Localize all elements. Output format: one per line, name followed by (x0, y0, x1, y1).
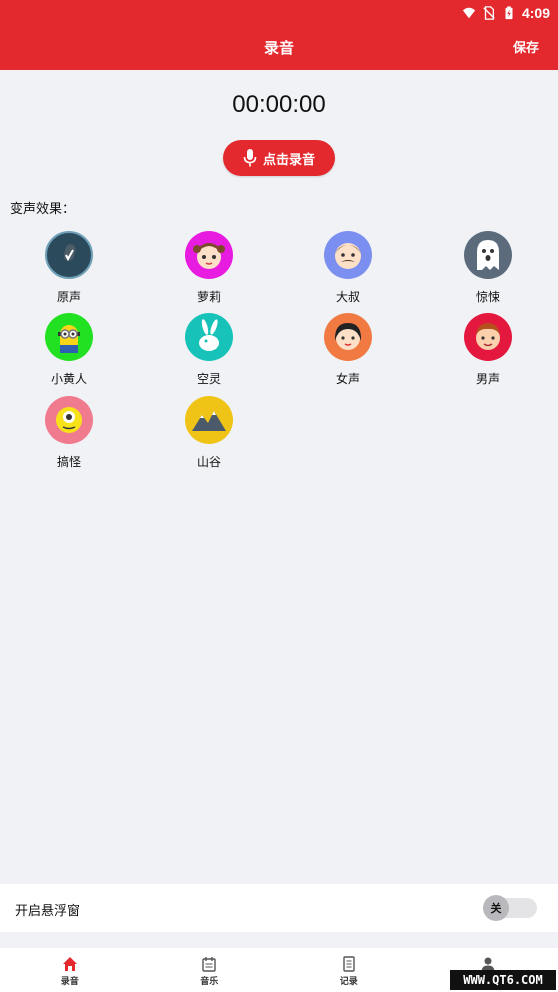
toggle-knob: 关 (483, 895, 509, 921)
effect-original[interactable]: 原声 (19, 231, 119, 307)
no-sim-icon (483, 6, 495, 20)
home-icon (62, 957, 77, 971)
effect-uncle[interactable]: 大叔 (298, 231, 398, 307)
ghost-avatar-icon (464, 231, 512, 279)
effect-minion[interactable]: 小黄人 (19, 313, 119, 389)
woman-avatar-icon (324, 313, 372, 361)
nav-item-music[interactable]: 音乐 (140, 948, 280, 992)
rabbit-avatar-icon (185, 313, 233, 361)
effect-label: 小黄人 (50, 372, 87, 386)
app-bar: 4:09 录音 保存 (0, 0, 558, 70)
wifi-icon (462, 7, 476, 19)
effect-ethereal[interactable]: 空灵 (159, 313, 259, 389)
uncle-avatar-icon (324, 231, 372, 279)
status-time: 4:09 (521, 5, 550, 21)
minion-avatar-icon (45, 313, 93, 361)
recording-timer: 00:00:00 (232, 91, 326, 118)
effect-loli[interactable]: 萝莉 (159, 231, 259, 307)
record-button-label: 点击录音 (262, 152, 315, 168)
effect-label: 空灵 (196, 372, 221, 386)
effect-male-voice[interactable]: 男声 (438, 313, 538, 389)
effects-section-label: 变声效果： (10, 202, 76, 217)
effect-thriller[interactable]: 惊悚 (438, 231, 538, 307)
effect-label: 萝莉 (196, 290, 221, 304)
save-button[interactable]: 保存 (513, 37, 539, 56)
record-button[interactable]: 点击录音 (223, 140, 335, 176)
status-bar: 4:09 (462, 3, 550, 23)
nav-label: 记录 (339, 977, 358, 987)
floating-window-label: 开启悬浮窗 (15, 904, 81, 919)
floating-window-toggle[interactable]: 关 (483, 895, 537, 921)
microphone-icon (243, 149, 257, 167)
effect-label: 原声 (56, 290, 81, 304)
floating-window-row: 开启悬浮窗 关 (0, 884, 558, 932)
mountain-avatar-icon (185, 396, 233, 444)
page-title: 录音 (263, 39, 294, 57)
microphone-avatar-icon (45, 231, 93, 279)
effect-label: 山谷 (196, 455, 221, 469)
effect-label: 女声 (335, 372, 360, 386)
battery-charging-icon (505, 6, 513, 20)
effect-valley[interactable]: 山谷 (159, 396, 259, 472)
nav-label: 录音 (60, 977, 79, 987)
man-avatar-icon (464, 313, 512, 361)
nav-item-history[interactable]: 记录 (279, 948, 419, 992)
document-icon (343, 956, 355, 972)
nav-label: 音乐 (200, 977, 219, 987)
effect-label: 搞怪 (56, 455, 81, 469)
girl-avatar-icon (185, 231, 233, 279)
monster-avatar-icon (45, 396, 93, 444)
nav-item-record[interactable]: 录音 (0, 948, 140, 992)
effect-label: 男声 (475, 372, 500, 386)
effect-female-voice[interactable]: 女声 (298, 313, 398, 389)
effect-label: 惊悚 (475, 290, 500, 304)
effect-funny[interactable]: 搞怪 (19, 396, 119, 472)
watermark: WWW.QT6.COM (450, 970, 556, 990)
effect-label: 大叔 (335, 290, 360, 304)
calendar-icon (202, 957, 216, 972)
